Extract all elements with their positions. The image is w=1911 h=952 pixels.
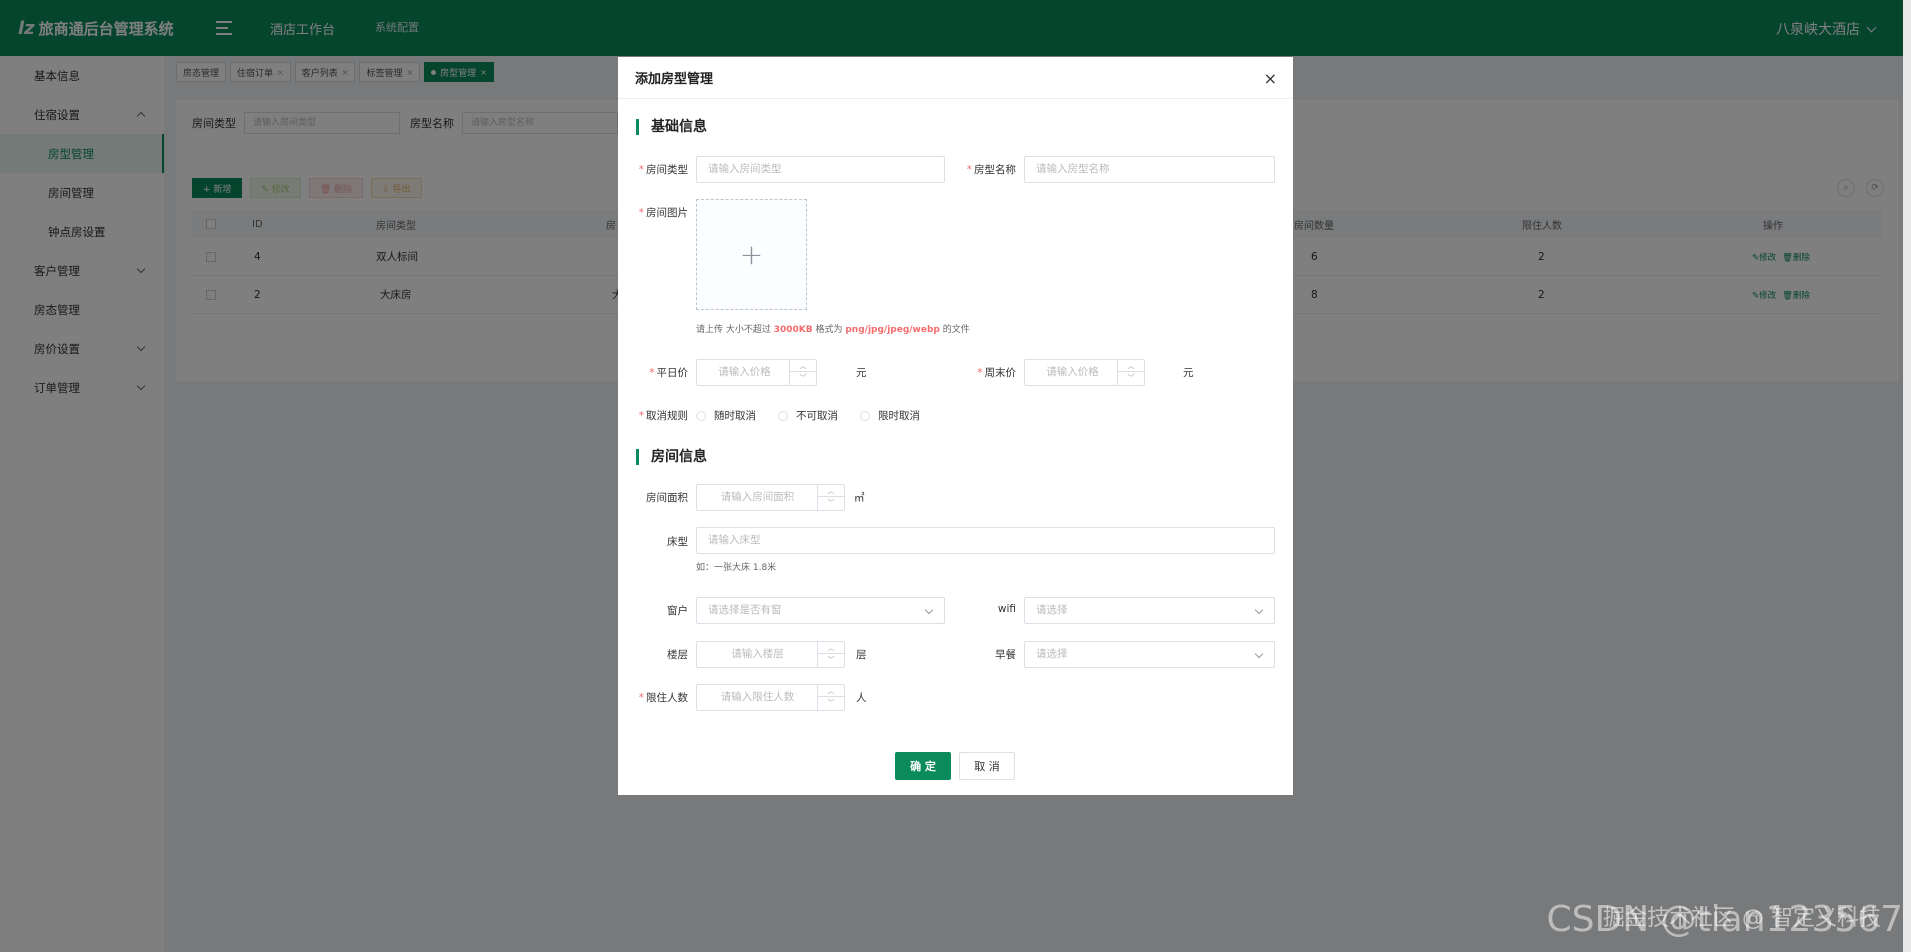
decrement-icon[interactable]: ﹀ (818, 654, 844, 666)
floor-unit: 层 (856, 649, 867, 661)
room-name-label: * 房型名称 (966, 164, 1016, 176)
weekday-price-label: * 平日价 (649, 367, 688, 379)
placeholder: 请输入价格 (1046, 366, 1099, 378)
room-name-input[interactable]: 请输入房型名称 (1024, 156, 1275, 183)
area-input[interactable]: 请输入房间面积 ︿ ﹀ (696, 484, 845, 511)
window-label: 窗户 (667, 605, 688, 617)
chevron-down-icon (1254, 649, 1264, 659)
max-guests-unit: 人 (856, 692, 867, 704)
weekday-price-unit: 元 (856, 367, 867, 379)
placeholder: 请输入价格 (718, 366, 771, 378)
section-basic-info: 基础信息 (636, 119, 707, 135)
cancel-rule-label: * 取消规则 (638, 410, 688, 422)
area-unit: ㎡ (854, 492, 865, 504)
timed-cancel-radio[interactable]: 限时取消 (860, 408, 920, 423)
weekend-price-unit: 元 (1183, 367, 1194, 379)
wifi-select[interactable]: 请选择 (1024, 597, 1275, 624)
section-room-info: 房间信息 (636, 449, 707, 465)
no-cancel-radio[interactable]: 不可取消 (778, 408, 838, 423)
floor-input[interactable]: 请输入楼层 ︿ ﹀ (696, 641, 845, 668)
weekday-price-input[interactable]: 请输入价格 ︿ ﹀ (696, 359, 817, 386)
upload-hint: 请上传 大小不超过 3000KB 格式为 png/jpg/jpeg/webp 的… (696, 325, 970, 335)
placeholder: 请输入房间面积 (720, 491, 795, 503)
breakfast-label: 早餐 (995, 649, 1016, 661)
decrement-icon[interactable]: ﹀ (818, 497, 844, 509)
close-icon[interactable]: × (1264, 69, 1277, 88)
floor-label: 楼层 (667, 649, 688, 661)
number-stepper[interactable]: ︿ ﹀ (817, 485, 844, 510)
number-stepper[interactable]: ︿ ﹀ (789, 360, 816, 385)
increment-icon[interactable]: ︿ (818, 642, 844, 654)
number-stepper[interactable]: ︿ ﹀ (817, 685, 844, 710)
increment-icon[interactable]: ︿ (818, 485, 844, 497)
area-label: 房间面积 (646, 492, 688, 504)
room-image-label: * 房间图片 (638, 207, 688, 219)
increment-icon[interactable]: ︿ (790, 360, 816, 372)
decrement-icon[interactable]: ﹀ (1118, 372, 1144, 384)
room-type-label: * 房间类型 (638, 164, 688, 176)
breakfast-select[interactable]: 请选择 (1024, 641, 1275, 668)
dialog-title: 添加房型管理 (635, 72, 714, 87)
number-stepper[interactable]: ︿ ﹀ (1117, 360, 1144, 385)
weekend-price-input[interactable]: 请输入价格 ︿ ﹀ (1024, 359, 1145, 386)
image-upload-button[interactable]: + (696, 199, 807, 310)
cancel-anytime-radio[interactable]: 随时取消 (696, 408, 756, 423)
increment-icon[interactable]: ︿ (818, 685, 844, 697)
confirm-button[interactable]: 确 定 (895, 752, 951, 780)
wifi-label: wifi (997, 603, 1016, 615)
chevron-down-icon (1254, 605, 1264, 615)
number-stepper[interactable]: ︿ ﹀ (817, 642, 844, 667)
max-guests-input[interactable]: 请输入限住人数 ︿ ﹀ (696, 684, 845, 711)
placeholder: 请输入限住人数 (720, 691, 795, 703)
placeholder: 请输入楼层 (731, 648, 784, 660)
juejin-watermark: 掘金技术社区 @ 智定义科技 (1603, 906, 1881, 931)
dialog-header: 添加房型管理 × (618, 57, 1293, 99)
bed-hint: 如：一张大床 1.8米 (696, 563, 777, 573)
decrement-icon[interactable]: ﹀ (790, 372, 816, 384)
bed-label: 床型 (667, 536, 688, 548)
decrement-icon[interactable]: ﹀ (818, 697, 844, 709)
add-room-type-dialog: 添加房型管理 × 基础信息 * 房间类型 请输入房间类型 * 房型名称 请输入房型名… (618, 57, 1293, 795)
page-scrollbar[interactable] (1903, 0, 1911, 952)
cancel-button[interactable]: 取 消 (959, 752, 1015, 780)
max-guests-label: * 限住人数 (638, 692, 688, 704)
increment-icon[interactable]: ︿ (1118, 360, 1144, 372)
weekend-price-label: * 周末价 (977, 367, 1016, 379)
bed-input[interactable]: 请输入床型 (696, 527, 1275, 554)
